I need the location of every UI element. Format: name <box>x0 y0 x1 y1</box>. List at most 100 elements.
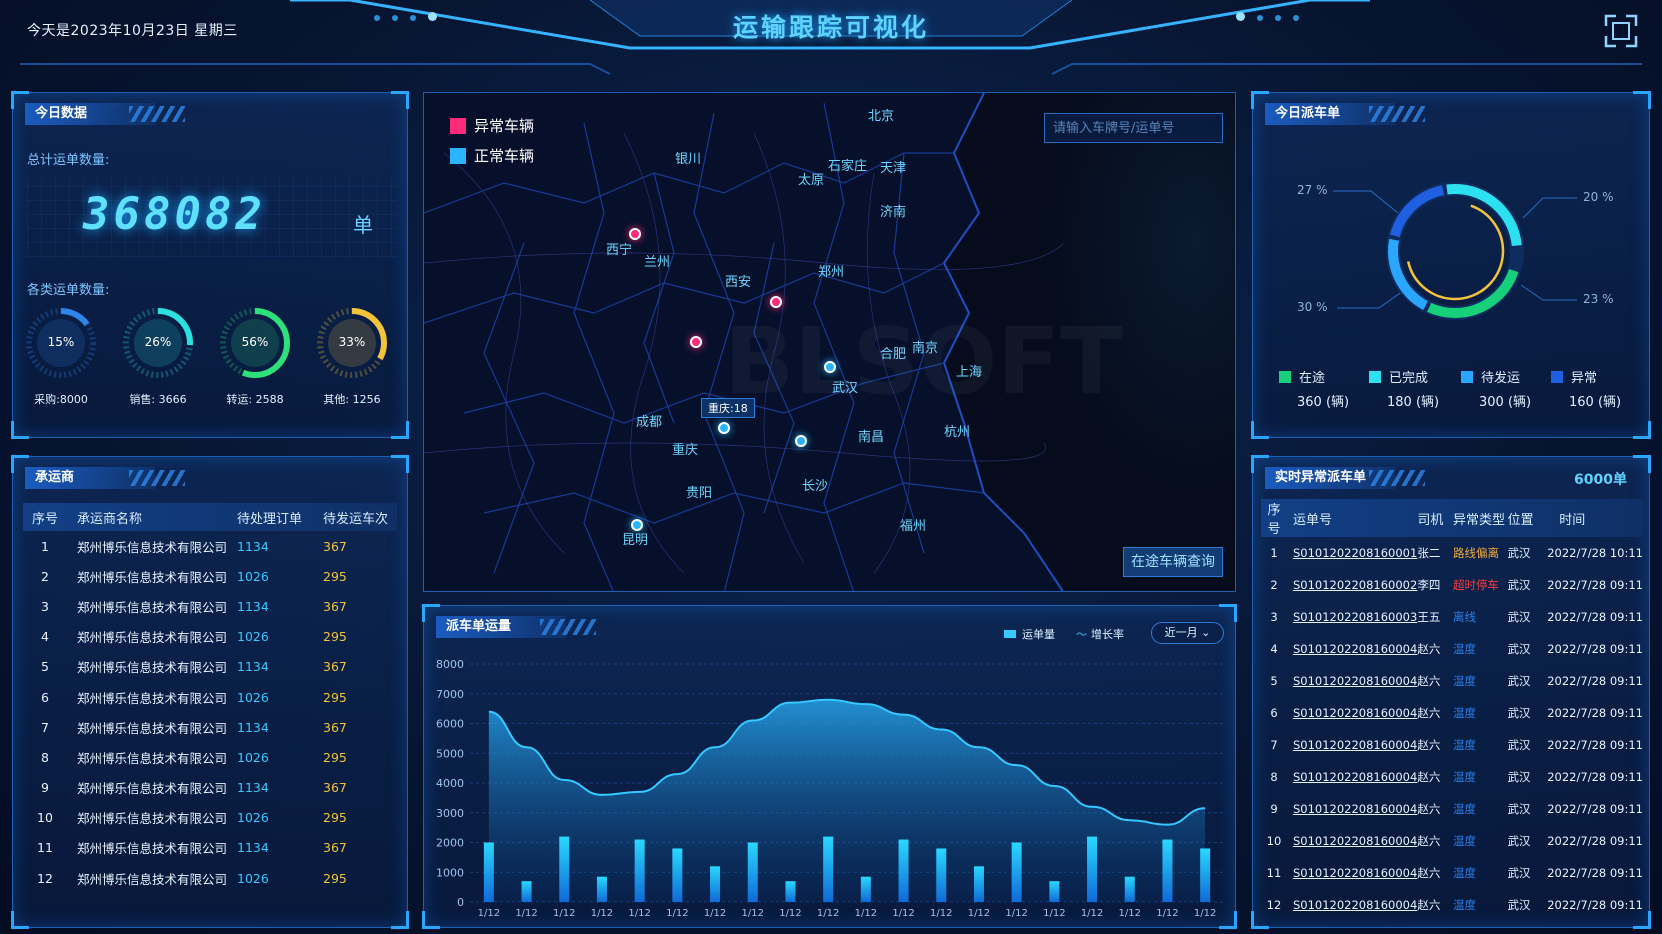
dispatch-legend-value: 360 (辆) <box>1297 395 1350 410</box>
carrier-index: 12 <box>37 870 53 886</box>
exception-type: 温度 <box>1453 770 1477 784</box>
volume-bar <box>1124 876 1135 902</box>
legend-abnormal-label: 异常车辆 <box>474 117 535 135</box>
fullscreen-icon[interactable] <box>1604 14 1638 48</box>
exception-row[interactable]: 8 S0101202208160004 赵六 温度 武汉 2022/7/28 09:11 <box>1261 761 1643 793</box>
exception-type: 温度 <box>1453 738 1477 752</box>
y-tick-label: 3000 <box>436 807 464 820</box>
x-tick-label: 1/12 <box>1081 908 1103 919</box>
col-header-index: 序号 <box>31 511 58 527</box>
exception-driver: 赵六 <box>1417 738 1441 752</box>
waybill-link[interactable]: S0101202208160004 <box>1293 802 1417 816</box>
waybill-link[interactable]: S0101202208160004 <box>1293 674 1417 688</box>
carrier-row[interactable]: 5 郑州博乐信息技术有限公司 1134 367 <box>23 652 397 682</box>
exception-location: 武汉 <box>1507 578 1531 592</box>
exception-driver: 赵六 <box>1417 898 1441 912</box>
vehicle-search-input[interactable] <box>1044 113 1223 143</box>
waybill-link[interactable]: S0101202208160004 <box>1293 866 1417 880</box>
abnormal-vehicle-marker[interactable] <box>629 228 641 240</box>
waybill-link[interactable]: S0101202208160004 <box>1293 770 1417 784</box>
col-header-exception-type: 异常类型 <box>1453 512 1506 528</box>
waybill-link[interactable]: S0101202208160004 <box>1293 898 1417 912</box>
city-label: 石家庄 <box>828 159 868 174</box>
carrier-pending-trips: 295 <box>323 689 347 705</box>
waybill-link[interactable]: S0101202208160004 <box>1293 738 1417 752</box>
exception-index: 3 <box>1270 610 1278 624</box>
x-tick-label: 1/12 <box>742 908 764 919</box>
total-orders-unit: 单 <box>353 213 373 237</box>
exception-row[interactable]: 3 S0101202208160003 王五 离线 武汉 2022/7/28 09:11 <box>1261 601 1643 633</box>
col-header-carrier-name: 承运商名称 <box>77 511 143 527</box>
abnormal-vehicle-marker[interactable] <box>690 336 702 348</box>
volume-chart: 0 1000 2000 3000 4000 5000 6000 7000 8000 1/12 1/1… <box>436 658 1224 919</box>
dispatch-legend-swatch <box>1279 371 1291 383</box>
carrier-row[interactable]: 8 郑州博乐信息技术有限公司 1026 295 <box>23 742 397 772</box>
x-tick-label: 1/12 <box>1043 908 1065 919</box>
y-tick-label: 8000 <box>436 658 464 671</box>
carrier-row[interactable]: 12 郑州博乐信息技术有限公司 1026 295 <box>23 863 397 893</box>
carrier-row[interactable]: 9 郑州博乐信息技术有限公司 1134 367 <box>23 773 397 803</box>
carrier-index: 1 <box>41 538 49 554</box>
exception-index: 8 <box>1270 770 1278 784</box>
exception-panel: 实时异常派车单 6000单 序号 运单号 司机 异常类型 位置 时间 1 S010… <box>1251 455 1651 929</box>
carrier-pending-orders: 1026 <box>237 870 269 886</box>
waybill-link[interactable]: S0101202208160003 <box>1293 610 1417 624</box>
waybill-link[interactable]: S0101202208160004 <box>1293 706 1417 720</box>
ring-percent: 26% <box>144 335 172 349</box>
carrier-row[interactable]: 10 郑州博乐信息技术有限公司 1026 295 <box>23 803 397 833</box>
dispatch-legend-swatch <box>1461 371 1473 383</box>
volume-bar <box>559 836 570 902</box>
normal-vehicle-marker[interactable] <box>718 422 730 434</box>
carrier-row[interactable]: 3 郑州博乐信息技术有限公司 1134 367 <box>23 591 397 621</box>
exception-row[interactable]: 10 S0101202208160004 赵六 温度 武汉 2022/7/28 09:11 <box>1261 825 1643 857</box>
ring-label: 转运: 2588 <box>226 393 284 406</box>
carrier-row[interactable]: 4 郑州博乐信息技术有限公司 1026 295 <box>23 622 397 652</box>
carrier-row[interactable]: 11 郑州博乐信息技术有限公司 1134 367 <box>23 833 397 863</box>
svg-text:BLSOFT: BLSOFT <box>724 308 1123 415</box>
volume-bar <box>1011 842 1022 902</box>
exception-time: 2022/7/28 09:11 <box>1547 802 1643 816</box>
pct-leader-line <box>1333 190 1399 214</box>
carrier-pending-trips: 367 <box>323 659 347 675</box>
exception-time: 2022/7/28 09:11 <box>1547 674 1643 688</box>
volume-bar <box>747 842 758 902</box>
exception-row[interactable]: 6 S0101202208160004 赵六 温度 武汉 2022/7/28 09:11 <box>1261 697 1643 729</box>
dispatch-panel: 今日派车单 27 % 20 % 30 % 23 % 在途 360 (辆) 已完成 18… <box>1251 91 1651 439</box>
exception-type: 超时停车 <box>1453 578 1500 592</box>
exception-row[interactable]: 9 S0101202208160004 赵六 温度 武汉 2022/7/28 09:11 <box>1261 793 1643 825</box>
exception-row[interactable]: 5 S0101202208160004 赵六 温度 武汉 2022/7/28 09:11 <box>1261 665 1643 697</box>
exception-row[interactable]: 4 S0101202208160004 赵六 温度 武汉 2022/7/28 09:11 <box>1261 633 1643 665</box>
normal-vehicle-marker[interactable] <box>795 435 807 447</box>
carrier-row[interactable]: 6 郑州博乐信息技术有限公司 1026 295 <box>23 682 397 712</box>
range-select[interactable]: 近一月 ⌄ <box>1151 622 1224 644</box>
waybill-link[interactable]: S0101202208160001 <box>1293 546 1417 560</box>
carrier-row[interactable]: 7 郑州博乐信息技术有限公司 1134 367 <box>23 712 397 742</box>
y-tick-label: 4000 <box>436 777 464 790</box>
dispatch-legend-value: 160 (辆) <box>1569 395 1622 410</box>
waybill-link[interactable]: S0101202208160002 <box>1293 578 1417 592</box>
exception-row[interactable]: 1 S0101202208160001 张二 路线偏离 武汉 2022/7/28 10:1… <box>1261 537 1643 569</box>
x-tick-label: 1/12 <box>1005 908 1027 919</box>
city-label: 郑州 <box>818 265 845 280</box>
carrier-index: 4 <box>41 629 49 645</box>
exception-row[interactable]: 12 S0101202208160004 赵六 温度 武汉 2022/7/28 09:11 <box>1261 889 1643 921</box>
carrier-pending-orders: 1134 <box>237 780 269 796</box>
category-rings: 15% 采购:8000 26% 销售: 3666 56% 转运: 2588 33% 其他: 1… <box>21 303 401 423</box>
in-transit-query-button[interactable]: 在途车辆查询 <box>1123 547 1223 577</box>
exception-row[interactable]: 2 S0101202208160002 李四 超时停车 武汉 2022/7/28 09:1… <box>1261 569 1643 601</box>
carrier-row[interactable]: 1 郑州博乐信息技术有限公司 1134 367 <box>23 531 397 561</box>
x-tick-label: 1/12 <box>930 908 952 919</box>
city-vehicle-count-tag[interactable]: 重庆:18 <box>701 398 755 418</box>
abnormal-vehicle-marker[interactable] <box>770 296 782 308</box>
volume-bar <box>860 876 871 902</box>
waybill-link[interactable]: S0101202208160004 <box>1293 834 1417 848</box>
map-panel[interactable]: BLSOFT 异常车辆 正常车辆 北京银川太原石家庄天津济南西宁兰州西安 郑州合肥… <box>423 92 1236 592</box>
carrier-index: 9 <box>41 780 49 796</box>
normal-vehicle-marker[interactable] <box>824 361 836 373</box>
carrier-row[interactable]: 2 郑州博乐信息技术有限公司 1026 295 <box>23 561 397 591</box>
exception-row[interactable]: 11 S0101202208160004 赵六 温度 武汉 2022/7/28 09:11 <box>1261 857 1643 889</box>
normal-vehicle-marker[interactable] <box>631 519 643 531</box>
exception-row[interactable]: 7 S0101202208160004 赵六 温度 武汉 2022/7/28 09:11 <box>1261 729 1643 761</box>
city-label: 合肥 <box>880 347 907 362</box>
waybill-link[interactable]: S0101202208160004 <box>1293 642 1417 656</box>
